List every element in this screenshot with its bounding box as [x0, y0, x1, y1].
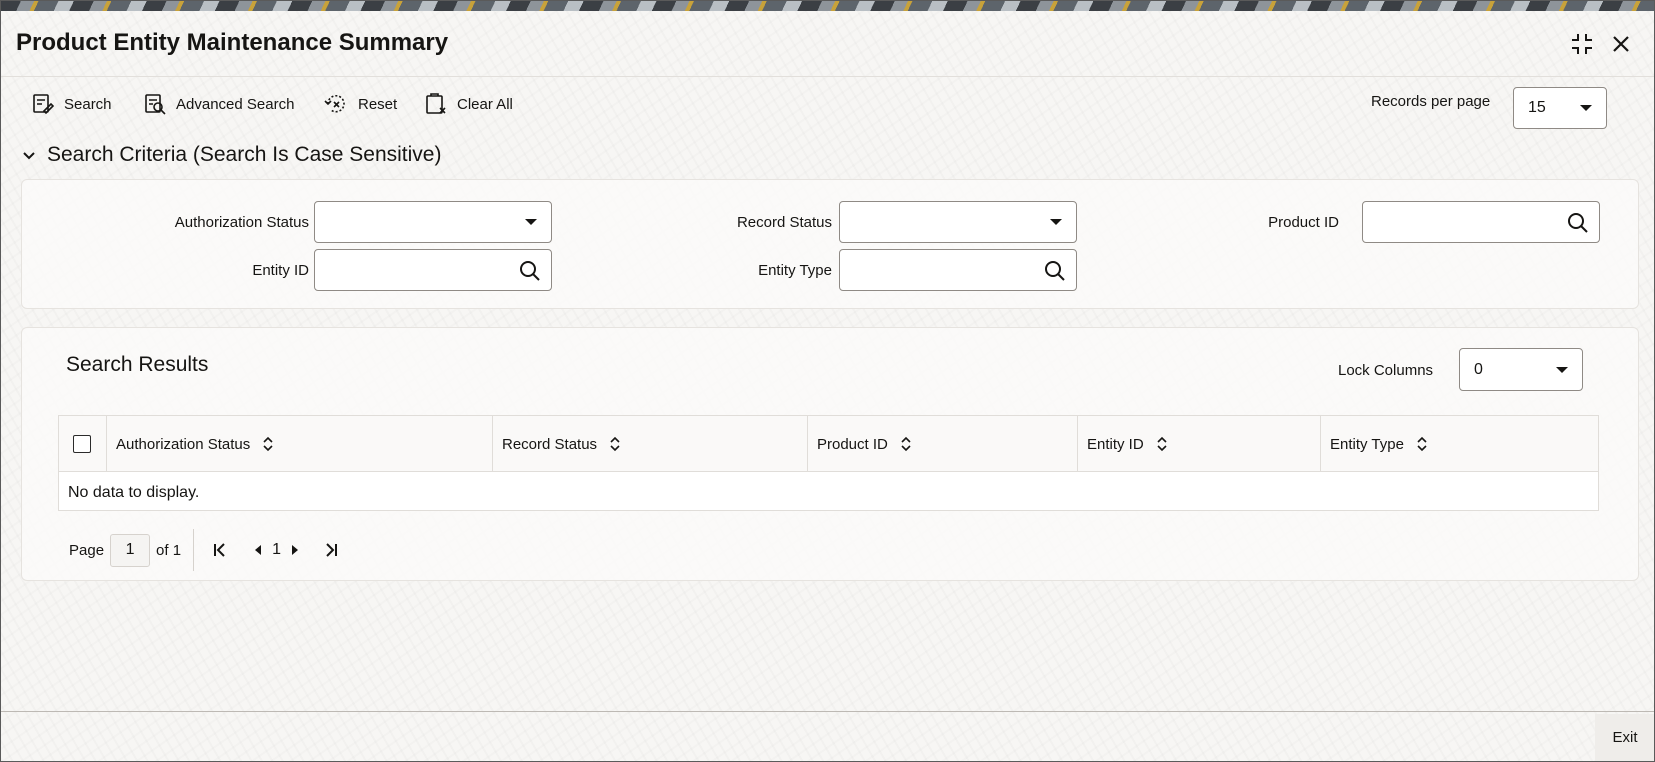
lock-columns-value: 0 — [1474, 360, 1483, 378]
last-page-button[interactable] — [317, 536, 345, 564]
reset-icon — [324, 94, 345, 113]
records-per-page-value: 15 — [1528, 99, 1546, 116]
column-header-product-id[interactable]: Product ID — [807, 416, 1077, 472]
advanced-search-icon — [145, 94, 166, 115]
next-page-icon — [291, 545, 298, 555]
header-divider — [1, 76, 1654, 77]
next-page-button[interactable] — [281, 536, 309, 564]
page-label: Page — [69, 541, 105, 559]
advanced-search-button[interactable]: Advanced Search — [144, 91, 294, 117]
entity-type-label: Entity Type — [758, 262, 832, 279]
search-icon[interactable] — [1044, 260, 1066, 282]
search-button-label: Search — [64, 95, 112, 113]
footer-divider — [1, 711, 1654, 712]
record-status-label: Record Status — [736, 214, 832, 231]
last-page-icon — [326, 543, 337, 557]
search-criteria-title: Search Criteria (Search Is Case Sensitiv… — [47, 143, 442, 166]
record-status-select[interactable] — [839, 201, 1077, 243]
column-header-label: Authorization Status — [116, 435, 251, 453]
records-per-page-select[interactable]: 15 — [1513, 87, 1607, 129]
search-criteria-panel: Authorization Status Record Status Produ… — [21, 179, 1639, 309]
sort-icon — [1417, 436, 1427, 452]
product-entity-maintenance-window: Product Entity Maintenance Summary Searc… — [0, 0, 1655, 762]
search-button[interactable]: Search — [32, 91, 112, 117]
page-count-label: of 1 — [156, 541, 182, 559]
previous-page-button[interactable] — [244, 536, 272, 564]
table-header: Authorization Status Record Status Produ… — [59, 416, 1598, 472]
product-id-input[interactable] — [1362, 201, 1600, 243]
reset-button-label: Reset — [358, 95, 398, 113]
sort-icon — [610, 436, 620, 452]
first-page-button[interactable] — [206, 536, 234, 564]
column-header-record-status[interactable]: Record Status — [492, 416, 807, 472]
chevron-down-icon — [23, 152, 35, 160]
exit-button-label: Exit — [1612, 729, 1638, 746]
authorization-status-label: Authorization Status — [174, 214, 309, 231]
entity-type-input[interactable] — [839, 249, 1077, 291]
close-icon — [1613, 36, 1629, 52]
page-number-input[interactable]: 1 — [110, 533, 151, 567]
column-header-label: Record Status — [502, 435, 598, 453]
column-header-label: Entity Type — [1330, 435, 1404, 453]
clear-all-button-label: Clear All — [457, 95, 513, 113]
previous-page-icon — [255, 545, 262, 555]
entity-id-input[interactable] — [314, 249, 552, 291]
empty-table-message: No data to display. — [68, 484, 200, 501]
chevron-down-icon — [525, 219, 537, 225]
close-window-button[interactable] — [1606, 29, 1636, 59]
page-number-input-value: 1 — [125, 541, 135, 558]
search-criteria-toggle[interactable]: Search Criteria (Search Is Case Sensitiv… — [21, 143, 441, 167]
clear-all-icon — [426, 93, 446, 114]
decorative-header-strip — [1, 1, 1654, 11]
collapse-icon — [1572, 34, 1592, 54]
lock-columns-label: Lock Columns — [1338, 362, 1434, 379]
first-page-icon — [214, 543, 225, 557]
entity-id-label: Entity ID — [252, 262, 309, 279]
records-per-page-label: Records per page — [1371, 93, 1491, 110]
sort-icon — [263, 436, 273, 452]
chevron-down-icon — [1050, 219, 1062, 225]
column-header-entity-type[interactable]: Entity Type — [1320, 416, 1598, 472]
select-all-checkbox[interactable] — [73, 435, 91, 453]
search-icon[interactable] — [519, 260, 541, 282]
lock-columns-select[interactable]: 0 — [1459, 348, 1583, 391]
minimize-window-button[interactable] — [1567, 29, 1597, 59]
search-icon[interactable] — [1567, 212, 1589, 234]
authorization-status-select[interactable] — [314, 201, 552, 243]
pagination-bar: Page 1 of 1 1 — [69, 529, 345, 571]
sort-icon — [901, 436, 911, 452]
sort-icon — [1157, 436, 1167, 452]
search-results-title: Search Results — [66, 353, 209, 376]
column-header-entity-id[interactable]: Entity ID — [1077, 416, 1320, 472]
column-header-label: Entity ID — [1087, 435, 1144, 453]
column-header-authorization-status[interactable]: Authorization Status — [106, 416, 492, 472]
product-id-label: Product ID — [1268, 214, 1339, 231]
results-table: Authorization Status Record Status Produ… — [58, 415, 1599, 511]
pagination-divider — [193, 529, 195, 571]
exit-button[interactable]: Exit — [1595, 714, 1654, 761]
current-page-number[interactable]: 1 — [272, 541, 281, 559]
reset-button[interactable]: Reset — [324, 91, 397, 117]
page-title: Product Entity Maintenance Summary — [16, 29, 449, 56]
chevron-down-icon — [1556, 366, 1568, 373]
search-form-icon — [33, 94, 54, 115]
chevron-down-icon — [1580, 105, 1592, 111]
clear-all-button[interactable]: Clear All — [425, 91, 513, 117]
advanced-search-button-label: Advanced Search — [176, 95, 295, 113]
column-header-label: Product ID — [817, 435, 888, 453]
